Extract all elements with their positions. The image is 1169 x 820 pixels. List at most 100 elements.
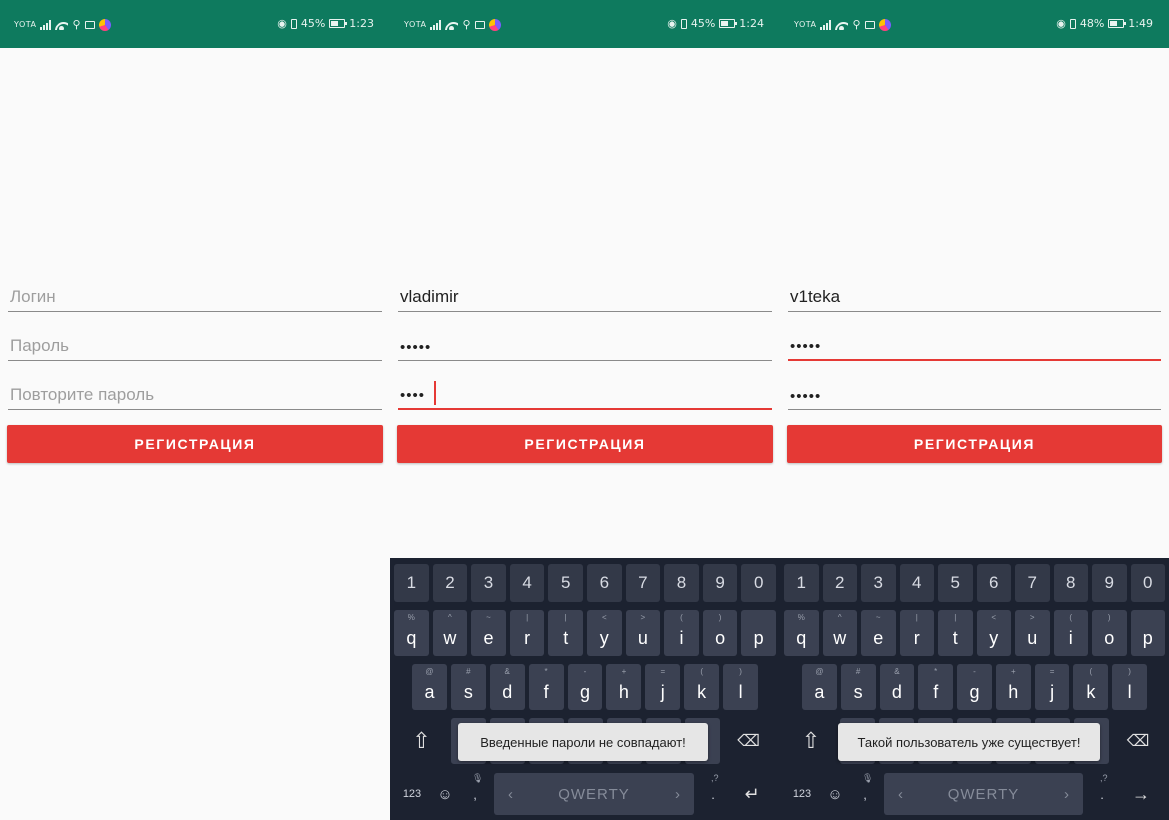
- key-r[interactable]: | r: [899, 610, 934, 656]
- repeat-password-input[interactable]: [10, 385, 370, 405]
- key-7[interactable]: 7: [1015, 564, 1050, 602]
- key-p[interactable]: p: [741, 610, 776, 656]
- period-key[interactable]: ,?.: [698, 773, 728, 802]
- repeat-password-input[interactable]: [790, 388, 1149, 405]
- emoji-icon[interactable]: ☺: [820, 786, 850, 803]
- key-8[interactable]: 8: [664, 564, 699, 602]
- key-0[interactable]: 0: [741, 564, 776, 602]
- login-input[interactable]: [400, 287, 760, 307]
- key-t[interactable]: | t: [938, 610, 973, 656]
- password-field[interactable]: [8, 331, 382, 361]
- password-input[interactable]: [400, 339, 760, 356]
- key-f[interactable]: * f: [528, 664, 564, 710]
- key-i[interactable]: (i: [664, 610, 699, 656]
- key-g[interactable]: -g: [957, 664, 992, 710]
- key-6[interactable]: 6: [587, 564, 622, 602]
- login-input[interactable]: [790, 287, 1149, 307]
- shift-icon[interactable]: ⇧: [786, 718, 836, 764]
- key-a[interactable]: @ a: [412, 664, 447, 710]
- repeat-password-input[interactable]: [400, 387, 760, 404]
- register-button[interactable]: РЕГИСТРАЦИЯ: [397, 425, 773, 463]
- key-5[interactable]: 5: [938, 564, 973, 602]
- key-k[interactable]: (k: [1073, 664, 1109, 710]
- key-p[interactable]: p: [1130, 610, 1165, 656]
- emoji-icon[interactable]: ☺: [430, 786, 460, 803]
- login-field[interactable]: [8, 282, 382, 312]
- key-7[interactable]: 7: [625, 564, 661, 602]
- key-4[interactable]: 4: [509, 564, 545, 602]
- key-l[interactable]: ) l: [723, 664, 759, 710]
- key-q[interactable]: % q: [784, 610, 819, 656]
- key-h[interactable]: + h: [995, 664, 1031, 710]
- login-input[interactable]: [10, 287, 370, 307]
- key-e[interactable]: ~ e: [861, 610, 896, 656]
- key-9[interactable]: 9: [1092, 564, 1127, 602]
- key-3[interactable]: 3: [861, 564, 896, 602]
- key-q[interactable]: % q: [394, 610, 429, 656]
- key-s[interactable]: # s: [840, 664, 876, 710]
- repeat-password-field[interactable]: [788, 380, 1161, 410]
- repeat-password-field[interactable]: [8, 380, 382, 410]
- key-w[interactable]: ^ w: [432, 610, 468, 656]
- key-2[interactable]: 2: [822, 564, 857, 602]
- screen-user-exists: YOTA ⚲ ◉ 48% 1:49 РЕГИСТРАЦИЯ 1234567890…: [780, 0, 1169, 820]
- mode-key-123[interactable]: 123: [394, 788, 430, 800]
- backspace-icon[interactable]: ⌫: [1113, 718, 1163, 764]
- key-u[interactable]: > u: [625, 610, 661, 656]
- shift-icon[interactable]: ⇧: [397, 718, 447, 764]
- key-8[interactable]: 8: [1053, 564, 1088, 602]
- key-f[interactable]: * f: [918, 664, 954, 710]
- key-1[interactable]: 1: [394, 564, 429, 602]
- password-field[interactable]: [398, 331, 772, 361]
- key-hint: ^: [837, 613, 842, 622]
- key-1[interactable]: 1: [784, 564, 819, 602]
- key-5[interactable]: 5: [548, 564, 583, 602]
- key-r[interactable]: | r: [509, 610, 545, 656]
- key-u[interactable]: > u: [1015, 610, 1050, 656]
- next-arrow-icon[interactable]: →: [1117, 784, 1165, 805]
- key-s[interactable]: # s: [450, 664, 486, 710]
- register-button[interactable]: РЕГИСТРАЦИЯ: [787, 425, 1162, 463]
- key-t[interactable]: | t: [548, 610, 583, 656]
- comma-key[interactable]: 🎙,: [850, 773, 880, 802]
- key-a[interactable]: @ a: [801, 664, 837, 710]
- space-bar[interactable]: ‹ QWERTY ›: [494, 773, 694, 815]
- key-4[interactable]: 4: [899, 564, 934, 602]
- key-g[interactable]: -g: [567, 664, 603, 710]
- right-arrow-icon: ›: [1064, 785, 1069, 803]
- repeat-password-field[interactable]: [398, 380, 772, 410]
- password-input[interactable]: [790, 338, 1149, 355]
- enter-icon[interactable]: ↵: [728, 784, 776, 805]
- status-right: ◉ 45% 1:24: [667, 17, 764, 30]
- key-d[interactable]: & d: [489, 664, 525, 710]
- login-field[interactable]: [398, 282, 772, 312]
- key-d[interactable]: & d: [879, 664, 915, 710]
- key-6[interactable]: 6: [976, 564, 1011, 602]
- key-w[interactable]: ^ w: [822, 610, 857, 656]
- key-2[interactable]: 2: [432, 564, 468, 602]
- key-o[interactable]: ) o: [1092, 610, 1127, 656]
- key-i[interactable]: (i: [1053, 610, 1088, 656]
- backspace-icon[interactable]: ⌫: [724, 718, 774, 764]
- number-row: 1234567890: [390, 564, 780, 602]
- key-y[interactable]: < y: [976, 610, 1011, 656]
- key-j[interactable]: = j: [1034, 664, 1070, 710]
- password-input[interactable]: [10, 336, 370, 356]
- register-button[interactable]: РЕГИСТРАЦИЯ: [7, 425, 383, 463]
- key-9[interactable]: 9: [702, 564, 738, 602]
- mode-key-123[interactable]: 123: [784, 788, 820, 800]
- key-y[interactable]: < y: [587, 610, 622, 656]
- key-3[interactable]: 3: [471, 564, 506, 602]
- comma-key[interactable]: 🎙,: [460, 773, 490, 802]
- key-o[interactable]: ) o: [702, 610, 738, 656]
- password-field[interactable]: [788, 331, 1161, 361]
- key-h[interactable]: + h: [606, 664, 642, 710]
- key-e[interactable]: ~ e: [471, 610, 506, 656]
- login-field[interactable]: [788, 282, 1161, 312]
- key-0[interactable]: 0: [1130, 564, 1165, 602]
- key-j[interactable]: = j: [645, 664, 681, 710]
- key-k[interactable]: (k: [684, 664, 720, 710]
- key-l[interactable]: ) l: [1112, 664, 1148, 710]
- space-bar[interactable]: ‹ QWERTY ›: [884, 773, 1083, 815]
- period-key[interactable]: ,?.: [1087, 773, 1117, 802]
